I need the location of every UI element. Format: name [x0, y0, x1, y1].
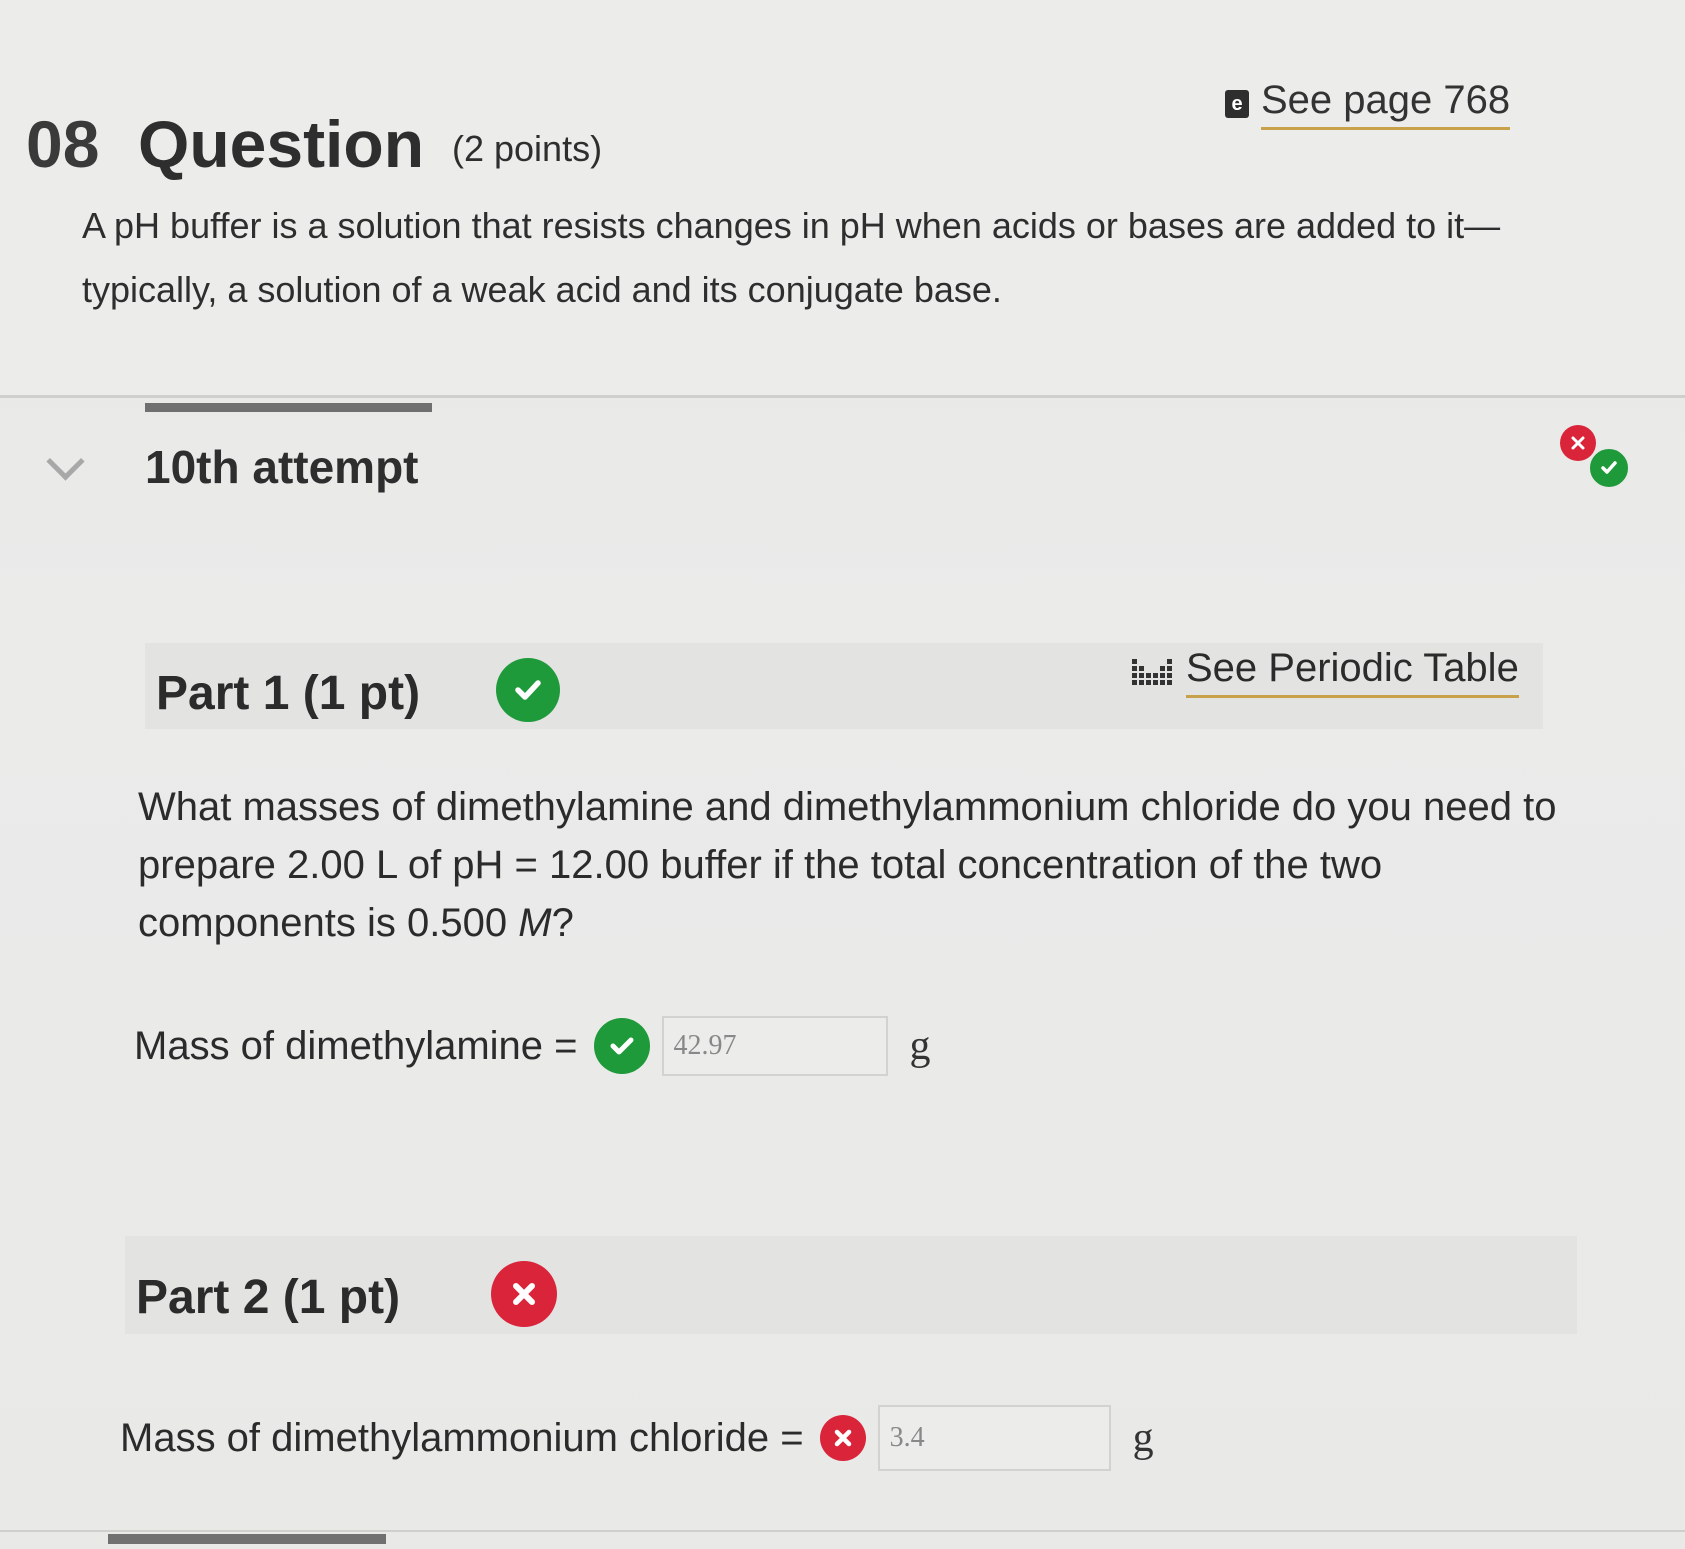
chevron-down-icon[interactable]	[46, 442, 85, 481]
part2-answer-label: Mass of dimethylammonium chloride =	[120, 1415, 804, 1460]
answer-incorrect-icon	[819, 1415, 866, 1461]
part2-unit: g	[1132, 1415, 1154, 1461]
prompt-text: ?	[551, 901, 574, 945]
part2-title: Part 2 (1 pt)	[136, 1271, 401, 1324]
molarity-unit: M	[518, 901, 552, 945]
periodic-table-icon	[1132, 659, 1172, 685]
prompt-text: components is 0.500	[138, 901, 519, 945]
attempt-status-icon	[1560, 425, 1630, 489]
question-points: (2 points)	[452, 128, 603, 169]
part2-incorrect-icon	[491, 1261, 557, 1327]
question-header: 08 Question (2 points) e See page 768 A …	[0, 0, 1685, 398]
part1-correct-icon	[496, 658, 560, 722]
question-number: 08	[26, 107, 100, 181]
next-tab-indicator	[108, 1534, 386, 1544]
prompt-line: components is 0.500 M?	[138, 894, 1558, 952]
attempt-title: 10th attempt	[145, 441, 419, 493]
ebook-icon: e	[1225, 90, 1249, 118]
attempt-tab-indicator	[145, 403, 432, 412]
question-page: 08 Question (2 points) e See page 768 A …	[0, 0, 1685, 1549]
see-periodic-table-link[interactable]: See Periodic Table	[1132, 646, 1519, 698]
prompt-line: What masses of dimethylamine and dimethy…	[138, 785, 1557, 829]
see-page-link[interactable]: e See page 768	[1225, 78, 1511, 130]
periodic-table-label: See Periodic Table	[1186, 646, 1519, 698]
question-intro: A pH buffer is a solution that resists c…	[82, 194, 1502, 322]
question-title: Question	[138, 107, 425, 181]
part1-title: Part 1 (1 pt)	[156, 667, 421, 720]
divider	[0, 1530, 1685, 1532]
intro-line: typically, a solution of a weak acid and…	[82, 269, 1002, 310]
answer-correct-icon	[593, 1018, 650, 1074]
part1-answer-label: Mass of dimethylamine =	[134, 1023, 578, 1068]
intro-line: A pH buffer is a solution that resists c…	[82, 205, 1501, 246]
part1-answer-row: Mass of dimethylamine = 42.97 g	[134, 1016, 931, 1076]
part2-answer-row: Mass of dimethylammonium chloride = 3.4 …	[120, 1405, 1154, 1471]
part1-prompt: What masses of dimethylamine and dimethy…	[138, 778, 1558, 952]
correct-icon	[1588, 447, 1630, 489]
prompt-line: prepare 2.00 L of pH = 12.00 buffer if t…	[138, 843, 1383, 887]
part2-answer-input[interactable]: 3.4	[877, 1405, 1111, 1471]
attempt-header[interactable]: 10th attempt	[0, 440, 1685, 510]
see-page-label: See page 768	[1261, 78, 1511, 130]
part1-unit: g	[909, 1023, 931, 1069]
part1-answer-input[interactable]: 42.97	[661, 1016, 888, 1076]
